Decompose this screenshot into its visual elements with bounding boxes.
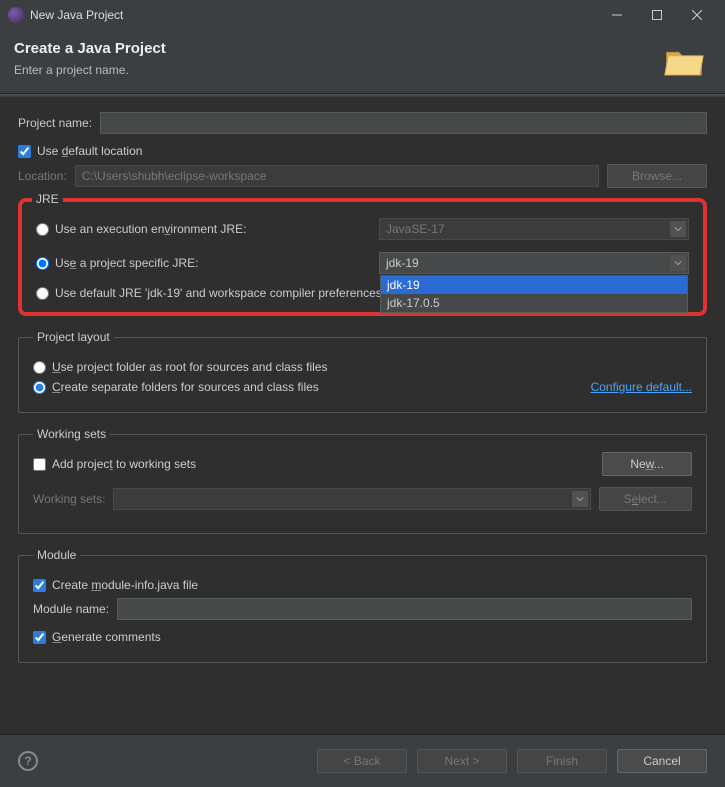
generate-comments-label[interactable]: Generate comments bbox=[52, 630, 161, 644]
project-layout-group: Project layout Use project folder as roo… bbox=[18, 330, 707, 413]
use-default-location-label[interactable]: Use default location bbox=[37, 144, 142, 158]
jre-specific-radio[interactable] bbox=[36, 257, 49, 270]
jre-group-highlight: JRE Use an execution environment JRE: Ja… bbox=[18, 198, 707, 316]
jre-default-label[interactable]: Use default JRE 'jdk-19' and workspace c… bbox=[55, 286, 382, 300]
jre-option-jdk19[interactable]: jdk-19 bbox=[381, 276, 687, 294]
minimize-button[interactable] bbox=[597, 0, 637, 30]
wizard-folder-icon bbox=[663, 40, 705, 82]
module-legend: Module bbox=[33, 548, 80, 562]
maximize-button[interactable] bbox=[637, 0, 677, 30]
module-name-input[interactable] bbox=[117, 598, 692, 620]
location-input bbox=[75, 165, 599, 187]
new-working-set-button[interactable]: New... bbox=[602, 452, 692, 476]
jre-specific-label[interactable]: Use a project specific JRE: bbox=[55, 256, 198, 270]
jre-legend: JRE bbox=[32, 192, 63, 206]
help-button[interactable]: ? bbox=[18, 751, 38, 771]
project-name-input[interactable] bbox=[100, 112, 707, 134]
page-subtitle: Enter a project name. bbox=[14, 63, 711, 77]
working-sets-group: Working sets Add project to working sets… bbox=[18, 427, 707, 534]
jre-env-select: JavaSE-17 bbox=[379, 218, 689, 240]
project-name-label: Project name: bbox=[18, 116, 92, 130]
add-working-sets-checkbox[interactable] bbox=[33, 458, 46, 471]
add-working-sets-label[interactable]: Add project to working sets bbox=[52, 457, 196, 471]
close-button[interactable] bbox=[677, 0, 717, 30]
layout-separate-radio[interactable] bbox=[33, 381, 46, 394]
working-sets-select bbox=[113, 488, 590, 510]
jre-default-radio[interactable] bbox=[36, 287, 49, 300]
jre-specific-dropdown[interactable]: jdk-19 jdk-17.0.5 bbox=[380, 275, 688, 313]
back-button: < Back bbox=[317, 749, 407, 773]
jre-specific-select[interactable]: jdk-19 jdk-19 jdk-17.0.5 bbox=[379, 252, 689, 274]
window-title: New Java Project bbox=[30, 8, 597, 22]
use-default-location-checkbox[interactable] bbox=[18, 145, 31, 158]
cancel-button[interactable]: Cancel bbox=[617, 749, 707, 773]
working-sets-field-label: Working sets: bbox=[33, 492, 105, 506]
location-label: Location: bbox=[18, 169, 67, 183]
project-layout-legend: Project layout bbox=[33, 330, 114, 344]
browse-button: Browse... bbox=[607, 164, 707, 188]
create-module-info-label[interactable]: Create module-info.java file bbox=[52, 578, 198, 592]
jre-env-label[interactable]: Use an execution environment JRE: bbox=[55, 222, 246, 236]
chevron-down-icon bbox=[670, 221, 686, 237]
generate-comments-checkbox[interactable] bbox=[33, 631, 46, 644]
jre-env-radio[interactable] bbox=[36, 223, 49, 236]
eclipse-icon bbox=[8, 7, 24, 23]
jre-option-jdk1705[interactable]: jdk-17.0.5 bbox=[381, 294, 687, 312]
working-sets-legend: Working sets bbox=[33, 427, 110, 441]
next-button: Next > bbox=[417, 749, 507, 773]
create-module-info-checkbox[interactable] bbox=[33, 579, 46, 592]
module-group: Module Create module-info.java file Modu… bbox=[18, 548, 707, 663]
page-title: Create a Java Project bbox=[14, 40, 711, 57]
finish-button: Finish bbox=[517, 749, 607, 773]
select-working-set-button: Select... bbox=[599, 487, 692, 511]
module-name-label: Module name: bbox=[33, 602, 109, 616]
layout-separate-label[interactable]: Create separate folders for sources and … bbox=[52, 380, 319, 394]
layout-root-radio[interactable] bbox=[33, 361, 46, 374]
chevron-down-icon bbox=[572, 491, 588, 507]
layout-root-label[interactable]: Use project folder as root for sources a… bbox=[52, 360, 327, 374]
chevron-down-icon[interactable] bbox=[670, 255, 686, 271]
configure-default-link[interactable]: Configure default... bbox=[591, 380, 692, 394]
